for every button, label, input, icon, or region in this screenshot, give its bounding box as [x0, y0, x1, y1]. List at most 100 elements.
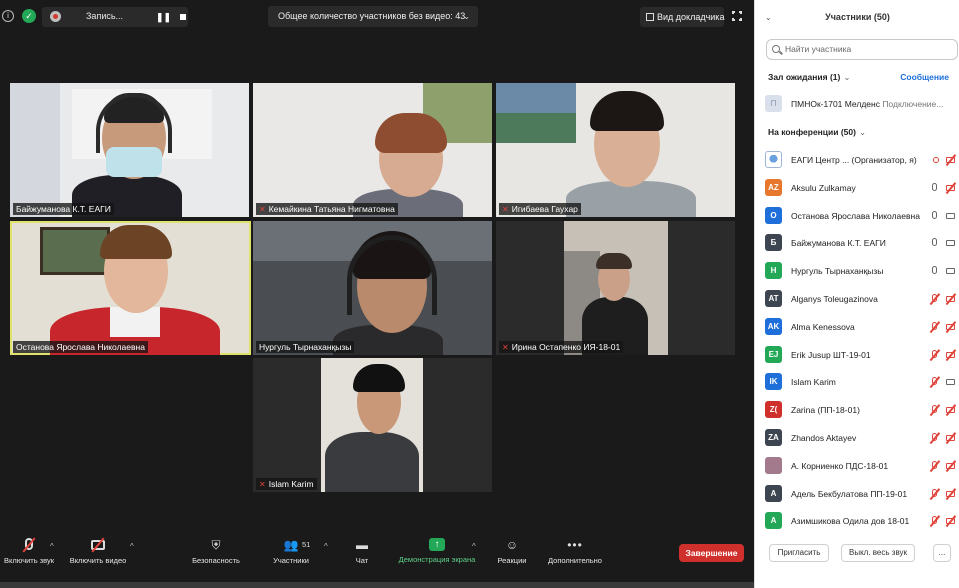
- video-icon[interactable]: [945, 210, 958, 222]
- invite-button[interactable]: Пригласить: [769, 544, 829, 562]
- meeting-topbar: i ✓ Запись... ❚❚ Общее количество участн…: [0, 6, 754, 28]
- mute-all-button[interactable]: Выкл. весь звук: [841, 544, 915, 562]
- unmute-button[interactable]: Включить звук: [2, 538, 56, 565]
- video-tile[interactable]: ✕ Islam Karim: [253, 358, 492, 492]
- video-off-icon[interactable]: [945, 320, 958, 333]
- participant-row[interactable]: А Адель Бекбулатова ПП-19-01: [765, 482, 959, 510]
- waiting-participant-row[interactable]: П ПМНОк-1701 Мелденс Подключение...: [765, 94, 959, 114]
- mic-glyph: [932, 182, 937, 191]
- participant-row[interactable]: Н Нургуль Тырнаханқызы: [765, 259, 959, 287]
- participant-row[interactable]: AZ Aksulu Zulkamay: [765, 176, 959, 204]
- audio-options-caret[interactable]: ^: [50, 542, 54, 551]
- mic-muted-icon[interactable]: [929, 459, 941, 472]
- end-meeting-button[interactable]: Завершение: [679, 544, 744, 562]
- video-tile-active-speaker[interactable]: Останова Ярослава Николаевна: [10, 221, 251, 355]
- search-placeholder: Найти участника: [785, 44, 852, 54]
- video-area: i ✓ Запись... ❚❚ Общее количество участн…: [0, 0, 754, 588]
- participant-row[interactable]: Z(Zarina (ПП-18-01): [765, 398, 959, 426]
- nonvideo-participants-label: Общее количество участников без видео: 4…: [278, 11, 466, 21]
- mic-muted-icon[interactable]: [929, 376, 941, 389]
- participant-row[interactable]: AT Alganys Toleugazinova: [765, 287, 959, 315]
- mic-muted-icon[interactable]: [929, 293, 941, 305]
- in-meeting-header[interactable]: На конференции (50) ⌄: [768, 127, 866, 138]
- panel-more-button[interactable]: ...: [933, 544, 951, 562]
- start-video-button[interactable]: Включить видео: [66, 538, 130, 565]
- participant-name: А. Корниенко ПДС-18-01: [791, 460, 889, 471]
- share-options-caret[interactable]: ^: [472, 542, 476, 551]
- recording-icon[interactable]: [929, 154, 941, 166]
- participant-row[interactable]: EJ Erik Jusup ШТ-19-01: [765, 343, 959, 371]
- avatar: AK: [765, 317, 782, 335]
- video-off-icon[interactable]: [945, 432, 958, 444]
- participant-row[interactable]: ЕАГИ Центр ... (Организатор, я): [765, 148, 959, 176]
- participant-row[interactable]: IK Islam Karim: [765, 370, 959, 398]
- video-options-caret[interactable]: ^: [130, 542, 134, 551]
- nonvideo-participants-dropdown[interactable]: Общее количество участников без видео: 4…: [268, 6, 478, 27]
- grid-icon: [646, 13, 654, 21]
- muted-mic-icon: [21, 538, 37, 552]
- info-icon[interactable]: i: [2, 10, 14, 22]
- participant-row[interactable]: О Останова Ярослава Николаевна: [765, 204, 959, 232]
- video-off-icon[interactable]: [945, 154, 958, 166]
- video-off-icon[interactable]: [945, 487, 958, 500]
- fullscreen-icon[interactable]: [731, 10, 743, 22]
- video-off-icon[interactable]: [945, 459, 958, 472]
- avatar: [765, 151, 782, 168]
- participant-search-input[interactable]: Найти участника: [766, 39, 958, 60]
- mic-muted-icon[interactable]: [929, 432, 941, 444]
- video-off-icon[interactable]: [945, 181, 958, 194]
- video-tile[interactable]: Нургуль Тырнаханқызы: [253, 221, 492, 355]
- mic-muted-icon[interactable]: [929, 487, 941, 500]
- mic-muted-icon[interactable]: [929, 515, 941, 528]
- tile-name: Байжуманова К.Т. ЕАГИ: [13, 203, 114, 215]
- video-icon[interactable]: [945, 265, 958, 277]
- security-button[interactable]: ⛨ Безопасность: [186, 538, 246, 565]
- chat-button[interactable]: ▬ Чат: [348, 538, 376, 565]
- camera-glyph: [946, 212, 955, 219]
- more-button[interactable]: ••• Дополнительно: [544, 538, 606, 565]
- mic-icon[interactable]: [929, 210, 941, 222]
- mic-muted-icon[interactable]: [929, 348, 941, 361]
- view-mode-button[interactable]: Вид докладчика: [640, 7, 724, 27]
- waiting-room-header[interactable]: Зал ожидания (1) ⌄: [768, 72, 850, 83]
- tile-name: ✕ Ирина Остапенко ИЯ-18-01: [499, 341, 624, 353]
- mic-muted-icon[interactable]: [929, 404, 941, 417]
- mic-icon[interactable]: [929, 237, 941, 249]
- panel-footer: Пригласить Выкл. весь звук ...: [755, 540, 959, 570]
- chat-icon: ▬: [356, 538, 368, 552]
- participant-name: Адель Бекбулатова ПП-19-01: [791, 488, 908, 499]
- video-off-icon[interactable]: [945, 293, 958, 305]
- video-tile[interactable]: Байжуманова К.Т. ЕАГИ: [10, 83, 249, 217]
- video-tile[interactable]: ✕ Ирина Остапенко ИЯ-18-01: [496, 221, 735, 355]
- video-off-icon[interactable]: [945, 404, 958, 417]
- participant-row[interactable]: AK Alma Kenessova: [765, 315, 959, 343]
- participant-name: Zarina (ПП-18-01): [791, 405, 860, 416]
- participants-options-caret[interactable]: ^: [324, 542, 328, 551]
- in-meeting-label: На конференции (50): [768, 127, 856, 137]
- participant-name: Alma Kenessova: [791, 321, 855, 332]
- share-screen-button[interactable]: ↑ Демонстрация экрана: [394, 538, 480, 564]
- avatar: П: [765, 95, 782, 112]
- mic-icon[interactable]: [929, 182, 941, 194]
- participant-row[interactable]: Б Байжуманова К.Т. ЕАГИ: [765, 231, 959, 259]
- share-screen-label: Демонстрация экрана: [398, 555, 476, 564]
- pause-recording-button[interactable]: ❚❚: [156, 10, 171, 24]
- video-off-icon[interactable]: [945, 515, 958, 528]
- record-dot-icon: [933, 157, 939, 163]
- encryption-shield-icon[interactable]: ✓: [22, 9, 36, 23]
- video-tile[interactable]: ✕ Кемайкина Татьяна Нигматовна: [253, 83, 492, 217]
- video-tile[interactable]: ✕ Игибаева Гаухар: [496, 83, 735, 217]
- mic-muted-icon[interactable]: [929, 320, 941, 333]
- participant-row[interactable]: ZA Zhandos Aktayev: [765, 426, 959, 454]
- reactions-button[interactable]: ☺ Реакции: [494, 538, 530, 565]
- participant-name: Останова Ярослава Николаевна: [791, 210, 920, 221]
- waiting-room-message-link[interactable]: Сообщение: [900, 72, 949, 82]
- mic-icon[interactable]: [929, 265, 941, 277]
- video-icon[interactable]: [945, 376, 958, 388]
- video-icon[interactable]: [945, 237, 958, 249]
- participant-row[interactable]: А. Корниенко ПДС-18-01: [765, 454, 959, 482]
- participant-row[interactable]: А Азимшикова Одила дов 18-01: [765, 509, 959, 537]
- video-off-icon[interactable]: [945, 348, 958, 361]
- stop-recording-button[interactable]: [176, 10, 190, 24]
- participant-name: Азимшикова Одила дов 18-01: [791, 516, 910, 527]
